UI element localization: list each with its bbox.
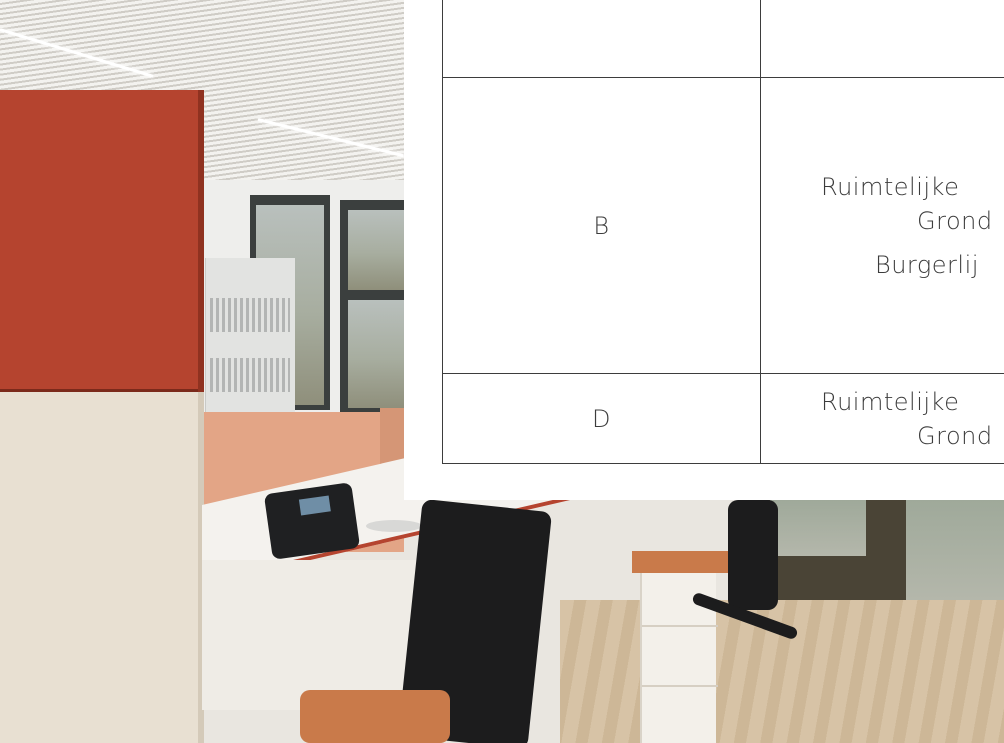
description-line: Burgerlij <box>875 250 979 279</box>
description-line: Ruimtelijke <box>821 387 960 416</box>
description-cell: Ruimtelijke Grond <box>760 373 1004 464</box>
code-cell <box>442 0 761 78</box>
window-glass <box>348 300 404 408</box>
code-cell: D <box>442 373 761 464</box>
table-row: B Ruimtelijke Grond Burgerlij <box>442 77 1004 374</box>
description-line: Ruimtelijke <box>821 172 960 201</box>
description-cell: Ruimtelijke Grond Burgerlij <box>760 77 1004 374</box>
description-line: Grond <box>917 421 993 450</box>
office-chair <box>728 500 778 610</box>
table-row <box>442 0 1004 78</box>
window-glass <box>770 500 866 556</box>
table-row: D Ruimtelijke Grond <box>442 373 1004 464</box>
drawer-unit <box>632 551 728 743</box>
window-glass <box>906 500 1004 600</box>
description-line: Grond <box>917 206 993 235</box>
description-cell <box>760 0 1004 78</box>
lamp-base <box>366 520 422 532</box>
wooden-floor <box>560 600 1004 743</box>
cream-cabinet <box>0 392 204 743</box>
red-cabinet <box>0 90 204 392</box>
data-table: B Ruimtelijke Grond Burgerlij D Ruimteli… <box>442 0 1004 464</box>
desk-front <box>202 560 432 710</box>
code-cell: B <box>442 77 761 374</box>
wall-radiator <box>205 258 295 418</box>
window-glass <box>348 210 404 290</box>
chair-seat <box>300 690 450 743</box>
desk-phone <box>263 482 361 560</box>
